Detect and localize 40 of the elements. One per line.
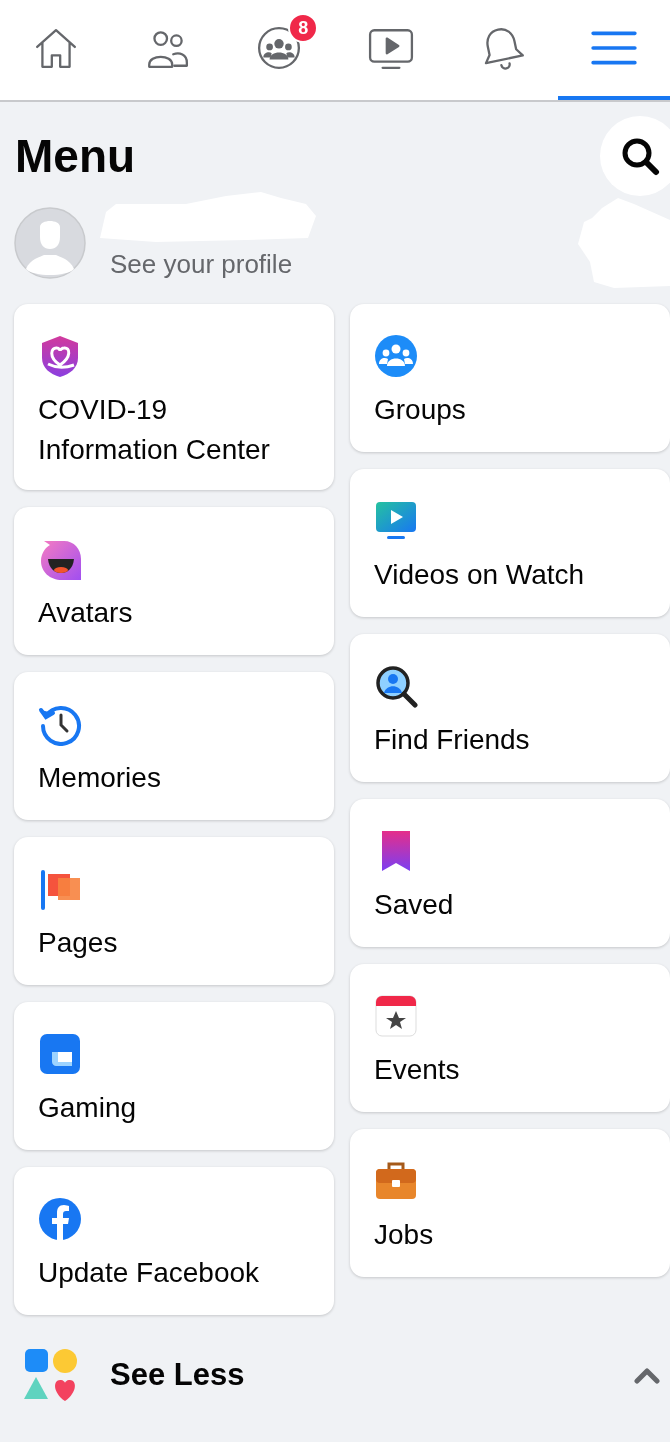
f-logo-icon [38, 1197, 82, 1241]
avatar [14, 207, 86, 279]
page-title: Menu [15, 128, 136, 184]
see-less-label: See Less [110, 1355, 245, 1394]
shortcut-label: Avatars [38, 596, 133, 630]
shortcut-card[interactable]: Avatars [14, 507, 334, 655]
profile-link[interactable]: See your profile [110, 248, 356, 280]
shortcut-card[interactable]: COVID-19 Information Center [14, 304, 334, 490]
shortcut-label: Find Friends [374, 723, 530, 757]
shortcut-card[interactable]: Jobs [350, 1129, 670, 1277]
shortcut-card[interactable]: Gaming [14, 1002, 334, 1150]
shortcut-label: Pages [38, 926, 118, 960]
notification-badge: 8 [288, 13, 319, 43]
shortcut-card[interactable]: Groups [350, 304, 670, 452]
shortcut-label: Update Facebook [38, 1256, 260, 1290]
shortcut-card[interactable]: Update Facebook [14, 1167, 334, 1315]
chevron-icon [634, 1366, 660, 1384]
flag-icon [38, 867, 82, 911]
shortcut-label: Events [374, 1053, 460, 1087]
shortcut-label: Groups [374, 393, 466, 427]
shortcut-label: Saved [374, 888, 454, 922]
shortcut-card[interactable]: Events [350, 964, 670, 1112]
gaming-square-icon [38, 1032, 82, 1076]
shortcut-label: COVID-19 Information Center [38, 393, 271, 467]
see-less-row[interactable]: See Less [0, 1345, 670, 1405]
shortcut-label: Memories [38, 761, 161, 795]
groups-icon [374, 334, 418, 378]
shortcut-label: Videos on Watch [374, 558, 585, 592]
shortcut-card[interactable]: Find Friends [350, 634, 670, 782]
person-search-icon [374, 664, 418, 708]
shortcut-card[interactable]: Saved [350, 799, 670, 947]
shortcut-label: Gaming [38, 1091, 137, 1125]
shortcut-card[interactable]: Memories [14, 672, 334, 820]
search-icon [620, 136, 660, 176]
apps-icon [24, 1347, 78, 1403]
shortcut-card[interactable]: Pages [14, 837, 334, 985]
shortcut-label: Jobs [374, 1218, 434, 1252]
shortcut-card[interactable]: Videos on Watch [350, 469, 670, 617]
nav-tab[interactable]: 8 [223, 0, 335, 100]
calendar-icon [374, 994, 418, 1038]
